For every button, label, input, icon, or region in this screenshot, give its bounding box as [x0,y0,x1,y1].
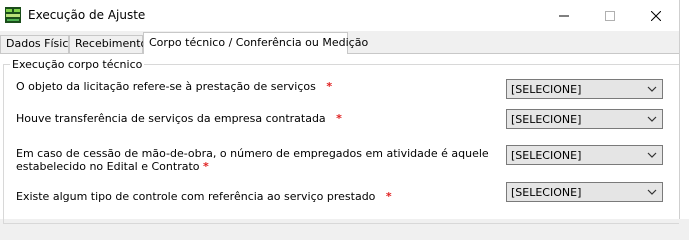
background-window-edge [679,0,689,219]
maximize-button[interactable] [587,0,633,31]
window-title: Execução de Ajuste [28,8,146,22]
minimize-button[interactable] [541,0,587,31]
chevron-down-icon [647,86,657,92]
select-value: [SELECIONE] [511,186,582,199]
tab-recebimento[interactable]: Recebimento [69,35,147,53]
question-text-line1: Em caso de cessão de mão-de-obra, o núme… [16,147,489,160]
select-value: [SELECIONE] [511,113,582,126]
maximize-icon [605,10,615,21]
tab-corpo-tecnico[interactable]: Corpo técnico / Conferência ou Medição [143,32,368,54]
minimize-icon [559,15,569,16]
app-icon [5,7,21,23]
select-value: [SELECIONE] [511,149,582,162]
required-marker: * [336,112,342,125]
question-text: O objeto da licitação refere-se à presta… [16,80,316,93]
chevron-down-icon [647,116,657,122]
close-button[interactable] [633,0,679,31]
dialog-window: Execução de Ajuste Dados Físico Recebime… [0,0,679,224]
question-text-line2: estabelecido no Edital e Contrato [16,160,200,173]
tab-label: Dados Físico [6,37,76,50]
tab-dados-fisico[interactable]: Dados Físico [0,35,75,53]
select-transferencia[interactable]: [SELECIONE] [506,109,663,129]
chevron-down-icon [647,152,657,158]
title-bar: Execução de Ajuste [0,0,679,31]
question-text: Houve transferência de serviços da empre… [16,112,326,125]
question-transferencia-label: Houve transferência de serviços da empre… [16,112,342,125]
required-marker: * [203,160,209,173]
question-cessao-mao-de-obra-label: Em caso de cessão de mão-de-obra, o núme… [16,147,489,173]
groupbox-title: Execução corpo técnico [10,58,145,71]
required-marker: * [385,190,392,203]
select-controle-servico[interactable]: [SELECIONE] [506,182,663,202]
select-objeto-servicos[interactable]: [SELECIONE] [506,79,663,99]
question-controle-servico-label: Existe algum tipo de controle com referê… [16,190,392,203]
close-icon [651,10,661,21]
required-marker: * [326,80,333,93]
select-value: [SELECIONE] [511,83,582,96]
question-objeto-servicos-label: O objeto da licitação refere-se à presta… [16,80,332,93]
tab-label: Recebimento [75,37,148,50]
question-text: Existe algum tipo de controle com referê… [16,190,376,203]
select-cessao-mao-de-obra[interactable]: [SELECIONE] [506,145,663,165]
chevron-down-icon [647,189,657,195]
tab-label: Corpo técnico / Conferência ou Medição [149,36,369,49]
